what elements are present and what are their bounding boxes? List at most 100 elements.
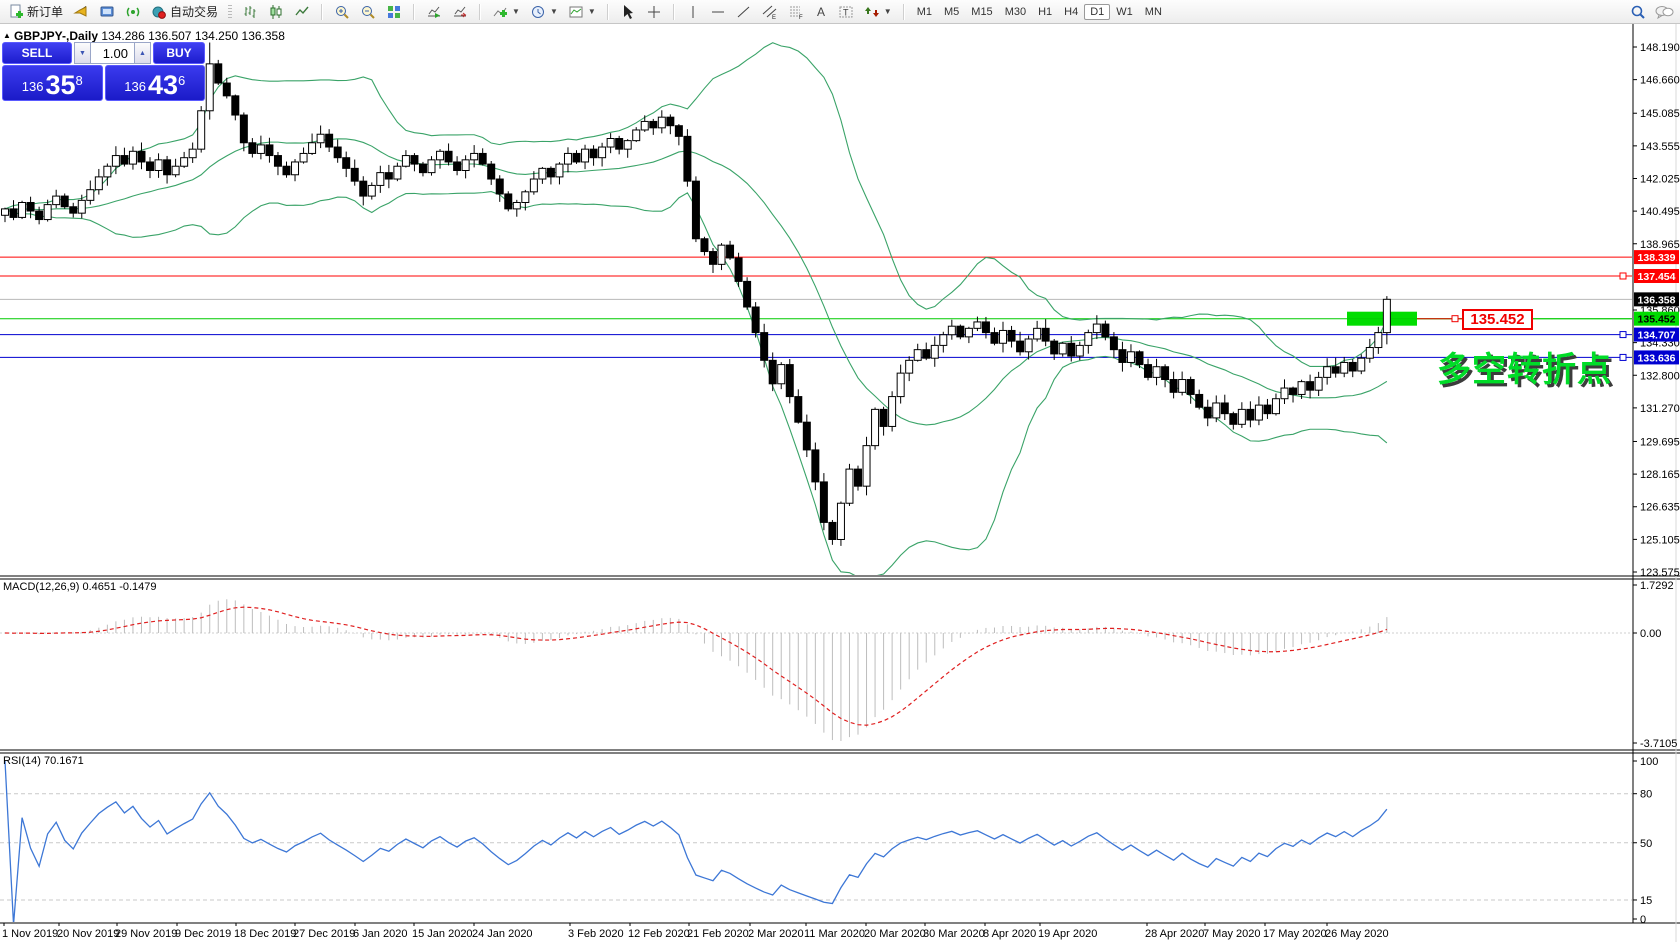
sell-price-small: 136	[22, 76, 44, 98]
macd-signal-value: -0.1479	[119, 581, 156, 593]
chat-icon[interactable]	[1654, 4, 1674, 20]
text-button[interactable]: A	[809, 2, 833, 22]
callout-anchor-marker[interactable]	[1452, 316, 1458, 322]
candle-bear	[1349, 362, 1356, 371]
macd-name: MACD(12,26,9)	[3, 581, 79, 593]
new-order-icon	[8, 4, 24, 20]
chart-window[interactable]: 148.190146.660145.085143.555142.025140.4…	[0, 24, 1680, 942]
candle-bull	[940, 335, 947, 346]
level-marker[interactable]	[1620, 354, 1626, 360]
periods-button[interactable]: ▼	[525, 2, 563, 22]
crosshair-icon	[646, 4, 662, 20]
bar-chart-button[interactable]	[237, 2, 263, 22]
chart-canvas[interactable]: 148.190146.660145.085143.555142.025140.4…	[0, 24, 1680, 942]
level-marker[interactable]	[1620, 332, 1626, 338]
annotation-text[interactable]: 多空转折点	[1437, 342, 1612, 391]
volume-input[interactable]: 1.00	[91, 42, 134, 64]
templates-button[interactable]: ▼	[563, 2, 601, 22]
candle-bull	[1366, 348, 1373, 359]
new-order-button[interactable]: 新订单	[3, 1, 68, 22]
candle-bear	[795, 397, 802, 423]
candle-bull	[863, 446, 870, 487]
candle-bull	[1255, 405, 1262, 420]
sell-button[interactable]: SELL	[2, 42, 72, 64]
candle-bull	[641, 121, 648, 130]
candle-bear	[616, 139, 623, 150]
candle-bull	[300, 153, 307, 162]
sell-price[interactable]: 136 35 8	[2, 65, 103, 101]
auto-scroll-button[interactable]	[421, 2, 447, 22]
chart-shift-button[interactable]	[447, 2, 473, 22]
zoom-in-icon	[334, 4, 350, 20]
candle-bear	[547, 168, 554, 177]
tab-h4[interactable]: H4	[1058, 4, 1084, 20]
crosshair-button[interactable]	[641, 2, 667, 22]
macd-main-value: 0.4651	[82, 581, 116, 593]
vline-icon	[686, 4, 700, 20]
text-label-button[interactable]: T	[833, 2, 859, 22]
price-tag-text: 138.339	[1638, 252, 1676, 264]
clock-icon	[530, 4, 546, 20]
tab-m30[interactable]: M30	[999, 4, 1032, 20]
mt4-window: { "toolbar": { "new_order_label": "新订单",…	[0, 0, 1680, 942]
sounds-button[interactable]	[68, 2, 94, 22]
volume-increase-button[interactable]: ▲	[134, 42, 151, 64]
buy-button[interactable]: BUY	[153, 42, 205, 64]
candle-bear	[650, 121, 657, 127]
horizontal-line-button[interactable]	[705, 2, 731, 22]
price-tag-text: 137.454	[1638, 271, 1676, 283]
buy-price[interactable]: 136 43 6	[105, 65, 206, 101]
candle-bull	[1085, 333, 1092, 346]
tile-windows-button[interactable]	[381, 2, 407, 22]
toolbar-drag-handle[interactable]	[228, 5, 232, 19]
candle-bull	[78, 200, 85, 213]
candle-bull	[1281, 388, 1288, 399]
tab-m1[interactable]: M1	[911, 4, 938, 20]
sell-price-big: 35	[45, 72, 75, 98]
date-label: 6 Jan 2020	[353, 928, 407, 940]
candle-bull	[624, 141, 631, 150]
date-label: 20 Nov 2019	[57, 928, 119, 940]
candle-bull	[368, 185, 375, 196]
trendline-button[interactable]	[731, 2, 757, 22]
candle-bear	[360, 181, 367, 196]
tab-h1[interactable]: H1	[1032, 4, 1058, 20]
date-label: 1 Nov 2019	[2, 928, 58, 940]
candle-bear	[1145, 365, 1152, 378]
fibonacci-button[interactable]: F	[783, 2, 809, 22]
terminal-icon	[99, 4, 115, 20]
tab-m5[interactable]: M5	[938, 4, 965, 20]
search-icon[interactable]	[1630, 4, 1646, 20]
templates-caret: ▼	[588, 7, 596, 16]
line-chart-button[interactable]	[289, 2, 315, 22]
arrows-button[interactable]: ▼	[859, 2, 897, 22]
auto-trading-button[interactable]: 自动交易	[146, 1, 223, 22]
vertical-line-button[interactable]	[681, 2, 705, 22]
zoom-out-button[interactable]	[355, 2, 381, 22]
price-tick-label: 125.105	[1640, 534, 1680, 546]
tile-windows-icon	[386, 4, 402, 20]
candle-bear	[982, 322, 989, 333]
svg-text:F: F	[799, 15, 803, 20]
tab-w1[interactable]: W1	[1110, 4, 1139, 20]
price-callout-135452[interactable]: 135.452	[1462, 309, 1533, 330]
cursor-button[interactable]	[615, 2, 641, 22]
tab-d1[interactable]: D1	[1084, 4, 1110, 20]
terminal-button[interactable]	[94, 2, 120, 22]
candle-bear	[1204, 407, 1211, 418]
tab-m15[interactable]: M15	[965, 4, 998, 20]
hline-icon	[710, 4, 726, 20]
collapse-arrow[interactable]: ▲	[3, 31, 11, 40]
candle-bull	[1076, 345, 1083, 356]
indicators-button[interactable]: ▼	[487, 2, 525, 22]
signals-button[interactable]	[120, 2, 146, 22]
tab-mn[interactable]: MN	[1139, 4, 1168, 20]
candle-bull	[931, 345, 938, 358]
date-label: 26 May 2020	[1325, 928, 1389, 940]
volume-decrease-button[interactable]: ▼	[74, 42, 91, 64]
zoom-in-button[interactable]	[329, 2, 355, 22]
equidistant-channel-button[interactable]: E	[757, 2, 783, 22]
candle-bull	[556, 164, 563, 177]
candle-chart-button[interactable]	[263, 2, 289, 22]
level-marker[interactable]	[1620, 273, 1626, 279]
